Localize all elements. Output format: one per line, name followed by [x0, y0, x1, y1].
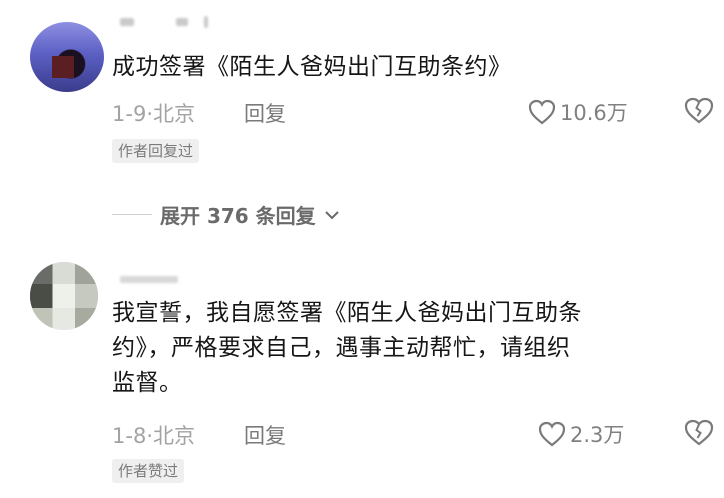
- reply-button[interactable]: 回复: [244, 98, 286, 128]
- dislike-button[interactable]: [684, 419, 714, 450]
- username-blurred[interactable]: [176, 18, 188, 26]
- comment-text: 成功签署《陌生人爸妈出门互助条约》: [112, 54, 512, 80]
- author-liked-badge: 作者赞过: [112, 459, 185, 483]
- heart-outline-icon: [538, 421, 566, 447]
- avatar[interactable]: [30, 22, 104, 92]
- comment-text-line: 监督。: [112, 370, 183, 396]
- like-count: 2.3万: [570, 423, 625, 447]
- broken-heart-icon: [684, 97, 714, 124]
- divider: [112, 214, 152, 215]
- like-button[interactable]: 2.3万: [538, 419, 624, 449]
- comment-meta: 1-9·北京: [112, 102, 195, 126]
- comment-text-line: 我宣誓，我自愿签署《陌生人爸妈出门互助条: [112, 300, 582, 326]
- dislike-button[interactable]: [684, 97, 714, 128]
- comment-text-line: 约》，严格要求自己，遇事主动帮忙，请组织: [112, 335, 571, 361]
- expand-replies-button[interactable]: 展开 376 条回复: [112, 200, 340, 229]
- username-blurred[interactable]: [204, 16, 208, 28]
- expand-replies-label: 展开 376 条回复: [160, 204, 316, 228]
- comment-location: 北京: [153, 424, 195, 448]
- heart-outline-icon: [528, 99, 556, 125]
- broken-heart-icon: [684, 419, 714, 446]
- comment-meta: 1-8·北京: [112, 424, 195, 448]
- comment-location: 北京: [153, 102, 195, 126]
- avatar[interactable]: [30, 262, 98, 330]
- comment-section: 成功签署《陌生人爸妈出门互助条约》 1-9·北京 回复 10.6万 作者回复过 …: [0, 0, 724, 498]
- comment-text: 我宣誓，我自愿签署《陌生人爸妈出门互助条 约》，严格要求自己，遇事主动帮忙，请组…: [112, 296, 582, 401]
- username-blurred[interactable]: [120, 18, 134, 26]
- like-count: 10.6万: [560, 101, 628, 125]
- username-blurred[interactable]: [120, 276, 178, 283]
- author-replied-badge: 作者回复过: [112, 139, 200, 163]
- like-button[interactable]: 10.6万: [528, 97, 628, 127]
- chevron-down-icon: [324, 210, 339, 219]
- reply-button[interactable]: 回复: [244, 420, 286, 450]
- comment-date: 1-8: [112, 424, 147, 448]
- comment-date: 1-9: [112, 102, 147, 126]
